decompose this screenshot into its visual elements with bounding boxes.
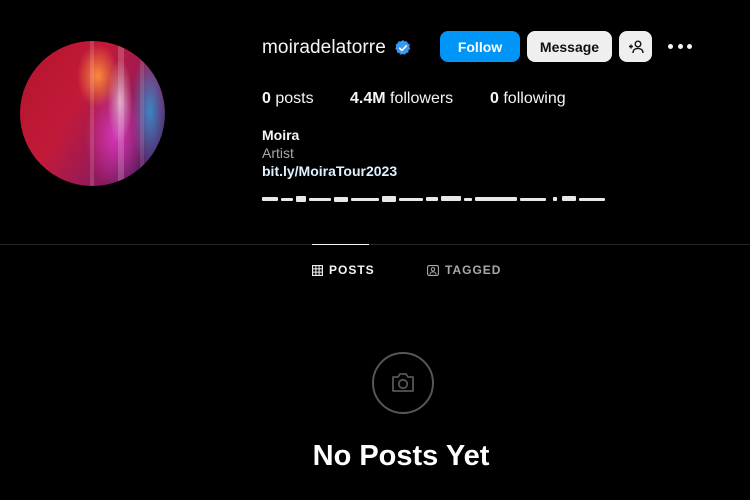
verified-badge-icon [395,40,411,55]
followers-stat[interactable]: 4.4M followers [350,90,453,108]
tabs-divider [0,244,750,245]
more-options-icon[interactable] [668,36,692,56]
username: moiradelatorre [262,37,386,58]
camera-icon [392,373,414,392]
tab-tagged-label: TAGGED [445,263,502,277]
tab-posts[interactable]: POSTS [312,263,375,277]
avatar-streak [90,41,94,186]
empty-state-title: No Posts Yet [312,440,490,472]
tab-posts-label: POSTS [329,263,375,277]
posts-count: 0 [262,90,271,107]
active-tab-indicator [312,244,369,245]
follow-button[interactable]: Follow [440,31,520,62]
message-button[interactable]: Message [527,31,612,62]
grid-icon [312,264,323,276]
following-count: 0 [490,90,499,107]
following-label: following [503,90,566,107]
redacted-text-scribble [262,196,605,202]
profile-header: moiradelatorre [262,33,412,63]
avatar-streak [140,41,144,186]
followers-count: 4.4M [350,90,386,107]
profile-avatar[interactable] [20,41,165,186]
camera-circle [372,352,434,414]
profile-display-name: Moira [262,127,300,143]
posts-label: posts [275,90,314,107]
following-stat[interactable]: 0 following [490,90,566,108]
posts-stat: 0 posts [262,90,314,108]
suggested-accounts-button[interactable] [619,31,652,62]
avatar-streak [118,41,124,186]
add-person-icon [628,40,644,53]
tab-tagged[interactable]: TAGGED [427,263,501,277]
profile-category: Artist [262,145,294,161]
tagged-icon [427,264,439,276]
followers-label: followers [390,90,454,107]
profile-bio-link[interactable]: bit.ly/MoiraTour2023 [262,163,397,179]
